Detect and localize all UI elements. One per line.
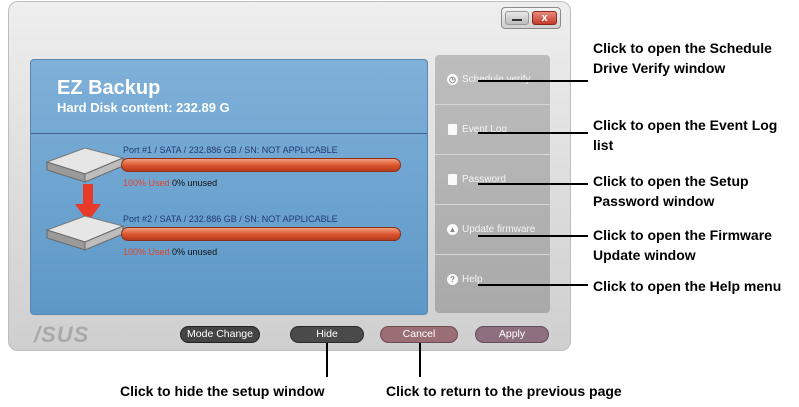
panel-title: EZ Backup [57,77,161,99]
port-1-used: 100% Used [123,178,170,188]
document-icon [448,124,457,135]
hard-disk-content: Hard Disk content: 232.89 G [57,100,230,115]
help-button[interactable]: ? Help [435,255,550,305]
callout-hide: Click to hide the setup window [120,383,325,399]
callout-schedule: Click to open the Schedule Drive Verify … [593,40,772,76]
hard-drive-icon [45,147,125,183]
port-1-info: Port #1 / SATA / 232.886 GB / SN: NOT AP… [123,145,338,155]
lock-icon [448,174,457,185]
backup-panel: EZ Backup Hard Disk content: 232.89 G Po… [30,59,428,315]
close-button[interactable]: x [532,11,557,25]
window-controls: x [501,7,561,29]
callout-password: Click to open the Setup Password window [593,173,749,209]
hard-drive-icon [45,215,125,251]
port-2-usage-bar [121,227,401,241]
password-button[interactable]: Password [435,155,550,205]
hide-button[interactable]: Hide [290,326,364,343]
callout-help: Click to open the Help menu [593,278,782,294]
clock-icon: ◷ [447,74,458,85]
update-firmware-label: Update firmware [462,224,536,235]
help-icon: ? [447,274,458,285]
port-1-usage-text: 100% Used 0% unused [123,178,217,188]
update-firmware-button[interactable]: ▲ Update firmware [435,205,550,255]
cancel-button[interactable]: Cancel [380,326,458,343]
port-1-usage-bar [121,158,401,172]
callout-eventlog: Click to open the Event Log list [593,117,778,153]
minimize-button[interactable] [505,11,529,25]
callout-line-password [478,183,588,185]
mode-change-button[interactable]: Mode Change [180,326,260,343]
callout-line-hide [326,343,328,377]
port-1-unused: 0% unused [172,178,218,188]
apply-button[interactable]: Apply [475,326,549,343]
callout-line-firmware [478,235,588,237]
asus-logo: /SUS [34,322,90,347]
port-2-used: 100% Used [123,247,170,257]
port-2-usage-text: 100% Used 0% unused [123,247,217,257]
port-2-info: Port #2 / SATA / 232.886 GB / SN: NOT AP… [123,214,338,224]
callout-firmware: Click to open the Firmware Update window [593,227,772,263]
arrow-up-icon: ▲ [447,224,458,235]
callout-line-help [478,284,588,286]
callout-line-schedule [478,80,588,82]
callout-line-cancel [419,343,421,377]
panel-divider [31,133,427,134]
event-log-button[interactable]: Event Log [435,105,550,155]
port-2-unused: 0% unused [172,247,218,257]
callout-line-eventlog [478,132,588,134]
callout-cancel: Click to return to the previous page [386,383,622,399]
